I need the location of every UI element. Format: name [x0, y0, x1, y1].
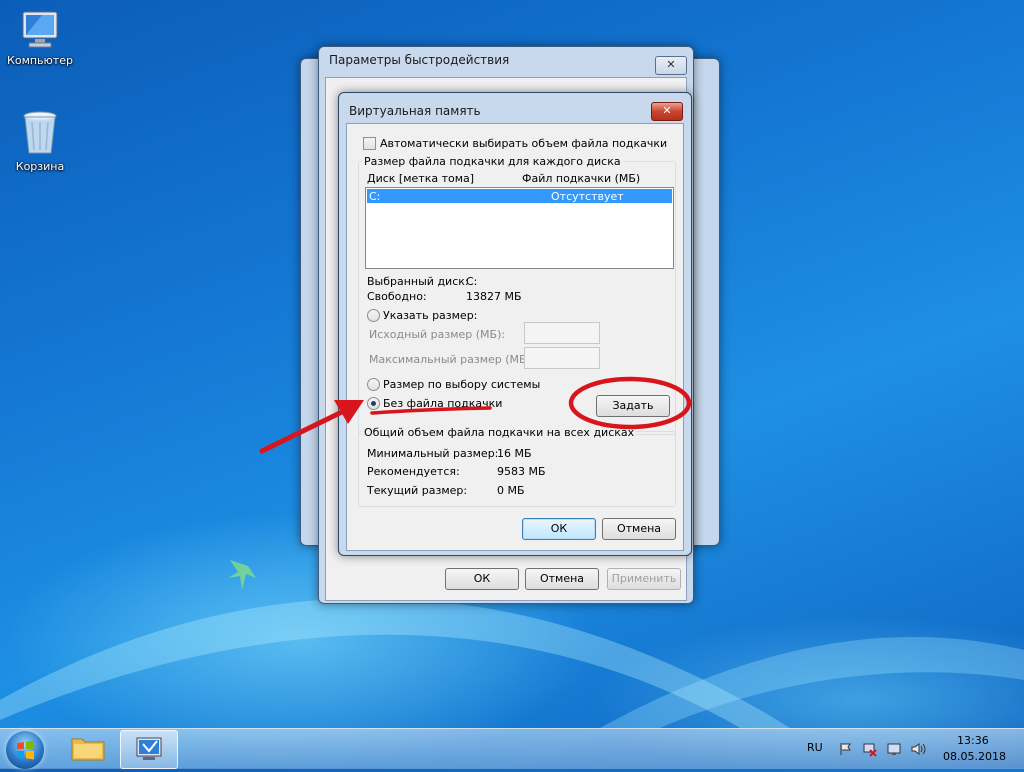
clock-time[interactable]: 13:36 [957, 734, 989, 747]
current-size-label: Текущий размер: [367, 484, 468, 497]
taskbar: RU 13:36 08.05.2018 [0, 728, 1024, 769]
virtual-memory-dialog: Виртуальная память ✕ Автоматически выбир… [338, 92, 692, 556]
free-space-value: 13827 МБ [466, 290, 522, 303]
tray-flag-icon[interactable] [838, 741, 854, 757]
total-paging-group-label: Общий объем файла подкачки на всех диска… [362, 426, 637, 439]
recommended-label: Рекомендуется: [367, 465, 460, 478]
set-button[interactable]: Задать [596, 395, 670, 417]
auto-manage-checkbox[interactable] [363, 137, 376, 150]
windows-logo-icon [17, 740, 34, 760]
computer-icon [22, 11, 58, 48]
drive-cell: C: [369, 190, 381, 203]
system-managed-radio[interactable] [367, 378, 380, 391]
custom-size-radio[interactable] [367, 309, 380, 322]
paging-column-header: Файл подкачки (МБ) [522, 172, 641, 185]
initial-size-label: Исходный размер (МБ): [369, 328, 506, 341]
desktop-icon-computer[interactable]: Компьютер [0, 10, 80, 67]
max-size-input[interactable] [524, 347, 600, 369]
virtual-memory-titlebar[interactable]: Виртуальная память ✕ [339, 93, 691, 121]
language-indicator[interactable]: RU [807, 741, 823, 754]
clock-date[interactable]: 08.05.2018 [943, 750, 1006, 763]
apply-button[interactable]: Применить [607, 568, 681, 590]
virtual-memory-client: Автоматически выбирать объем файла подка… [346, 123, 684, 551]
folder-icon [71, 738, 105, 761]
current-size-value: 0 МБ [497, 484, 525, 497]
system-managed-label: Размер по выбору системы [383, 378, 541, 391]
ok-button[interactable]: ОК [445, 568, 519, 590]
per-drive-group-label: Размер файла подкачки для каждого диска [362, 155, 623, 168]
min-size-label: Минимальный размер: [367, 447, 499, 460]
taskbar-system-properties-button[interactable] [120, 730, 178, 769]
dialog-title: Виртуальная память [349, 104, 481, 118]
selected-drive-label: Выбранный диск: [367, 275, 469, 288]
window-title: Параметры быстродействия [329, 53, 510, 67]
cancel-button[interactable]: Отмена [602, 518, 676, 540]
radio-selected-dot [371, 401, 376, 406]
system-properties-icon [136, 737, 162, 760]
drive-list[interactable]: C: Отсутствует [365, 187, 674, 269]
desktop-icon-label: Корзина [15, 160, 65, 173]
recommended-value: 9583 МБ [497, 465, 546, 478]
desktop-icon-recycle-bin[interactable]: Корзина [0, 110, 80, 173]
ok-button[interactable]: ОК [522, 518, 596, 540]
tray-volume-icon[interactable] [910, 741, 926, 757]
free-space-label: Свободно: [367, 290, 427, 303]
cancel-button[interactable]: Отмена [525, 568, 599, 590]
paging-cell: Отсутствует [551, 190, 624, 203]
performance-options-titlebar[interactable]: Параметры быстродействия ✕ [319, 47, 693, 75]
recycle-bin-icon [23, 111, 57, 154]
taskbar-explorer-button[interactable] [60, 730, 116, 767]
min-size-value: 16 МБ [497, 447, 532, 460]
no-paging-radio[interactable] [367, 397, 380, 410]
initial-size-input[interactable] [524, 322, 600, 344]
close-button[interactable]: ✕ [655, 56, 687, 75]
no-paging-label: Без файла подкачки [383, 397, 503, 410]
close-button[interactable]: ✕ [651, 102, 683, 121]
desktop-icon-label: Компьютер [7, 54, 73, 67]
max-size-label: Максимальный размер (МБ): [369, 353, 535, 366]
tray-action-center-icon[interactable] [886, 741, 902, 757]
tray-network-icon[interactable] [862, 741, 878, 757]
custom-size-label: Указать размер: [383, 309, 478, 322]
drive-column-header: Диск [метка тома] [367, 172, 475, 185]
selected-drive-value: C: [466, 275, 478, 288]
drive-list-row[interactable]: C: Отсутствует [367, 189, 672, 203]
auto-manage-label: Автоматически выбирать объем файла подка… [380, 137, 668, 150]
start-button[interactable] [6, 731, 44, 769]
